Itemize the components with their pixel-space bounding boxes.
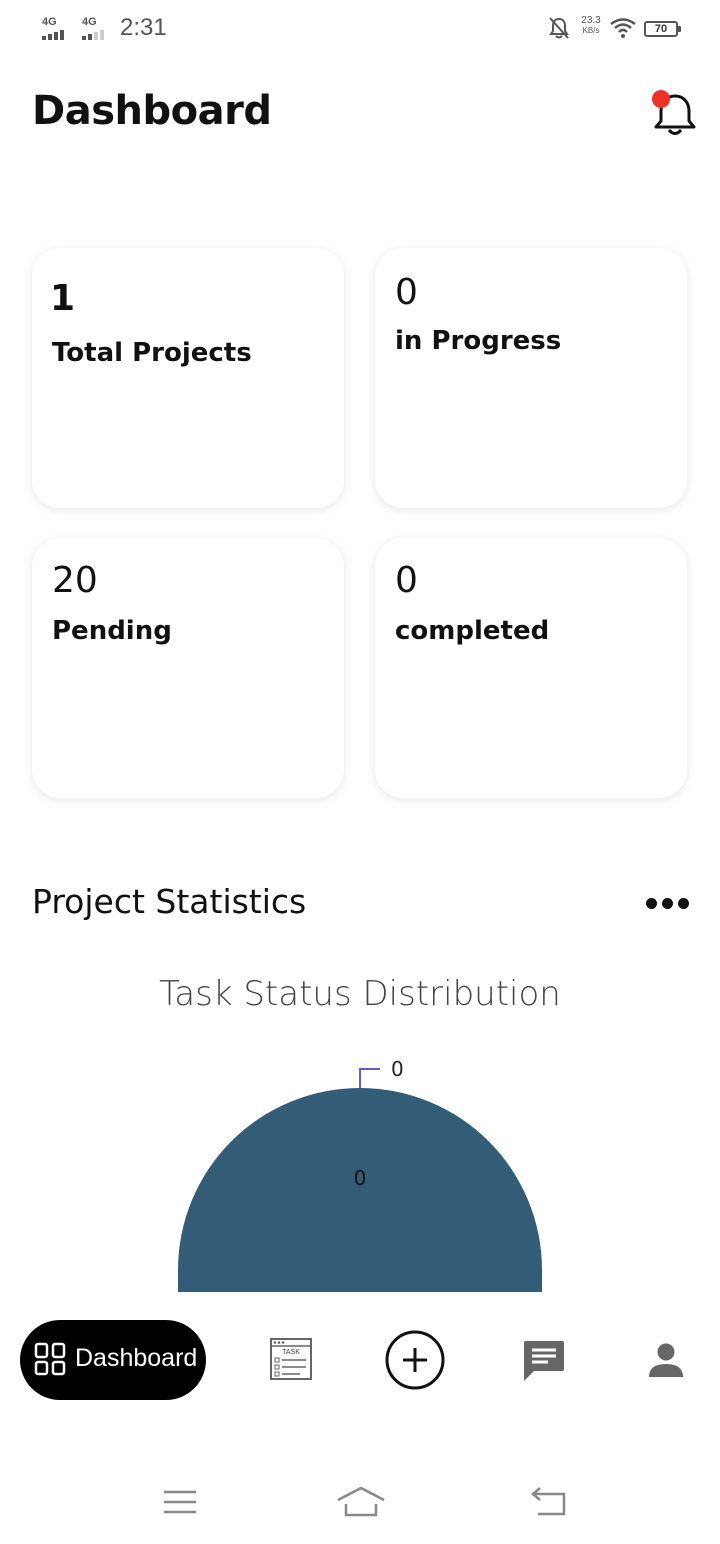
add-icon[interactable] [384, 1329, 446, 1391]
card-total-projects[interactable]: 1 Total Projects [32, 248, 344, 508]
system-navigation-bar [0, 1460, 720, 1544]
chat-icon[interactable] [522, 1339, 566, 1381]
section-title: Project Statistics [32, 882, 307, 921]
slice-value-label: 0 [354, 1166, 367, 1190]
status-bar: 4G 4G 2:31 23.3 KB/s 70 [0, 0, 720, 58]
signal-1-label: 4G [42, 16, 57, 28]
network-speed-unit: KB/s [582, 26, 600, 35]
signal-strength-2: 4G [82, 16, 104, 40]
signal-icon [42, 30, 68, 40]
nav-dashboard[interactable]: Dashboard [20, 1320, 206, 1400]
back-icon[interactable] [528, 1486, 568, 1518]
pie-slice[interactable] [178, 1088, 542, 1292]
bottom-navigation: Dashboard TASK [0, 1300, 720, 1420]
notifications-button[interactable] [650, 88, 702, 140]
signal-2-label: 4G [82, 16, 97, 28]
card-value: 0 [395, 560, 418, 601]
nav-dashboard-label: Dashboard [75, 1344, 198, 1372]
signal-strength-1: 4G [42, 16, 64, 40]
page-title: Dashboard [32, 88, 272, 134]
wifi-icon [610, 18, 636, 38]
card-value: 1 [50, 278, 76, 319]
signal-icon [82, 30, 108, 40]
task-icon[interactable]: TASK [270, 1338, 312, 1380]
dashboard-icon [34, 1342, 66, 1376]
card-value: 0 [395, 272, 418, 313]
card-label: completed [395, 616, 550, 646]
slice-outer-label: 0 [391, 1057, 404, 1081]
slice-leader-line [359, 1068, 380, 1088]
more-horizontal-icon[interactable] [646, 896, 690, 914]
card-completed[interactable]: 0 completed [375, 538, 687, 798]
mute-icon [549, 17, 569, 39]
card-label: in Progress [395, 326, 562, 356]
menu-icon[interactable] [162, 1488, 198, 1518]
card-label: Total Projects [52, 338, 252, 368]
card-label: Pending [52, 616, 172, 646]
network-speed: 23.3 KB/s [576, 16, 606, 36]
battery-icon: 70 [644, 21, 681, 37]
card-value: 20 [52, 560, 98, 601]
notification-dot [652, 90, 670, 108]
chart-title: Task Status Distribution [159, 974, 561, 1014]
task-status-pie-chart: 0 0 [178, 1057, 542, 1292]
card-in-progress[interactable]: 0 in Progress [375, 248, 687, 508]
profile-icon[interactable] [648, 1342, 684, 1378]
network-speed-value: 23.3 [581, 15, 601, 26]
home-icon[interactable] [336, 1484, 386, 1518]
clock: 2:31 [120, 14, 167, 41]
battery-level: 70 [654, 23, 668, 35]
svg-text:TASK: TASK [282, 1349, 300, 1356]
card-pending[interactable]: 20 Pending [32, 538, 344, 798]
